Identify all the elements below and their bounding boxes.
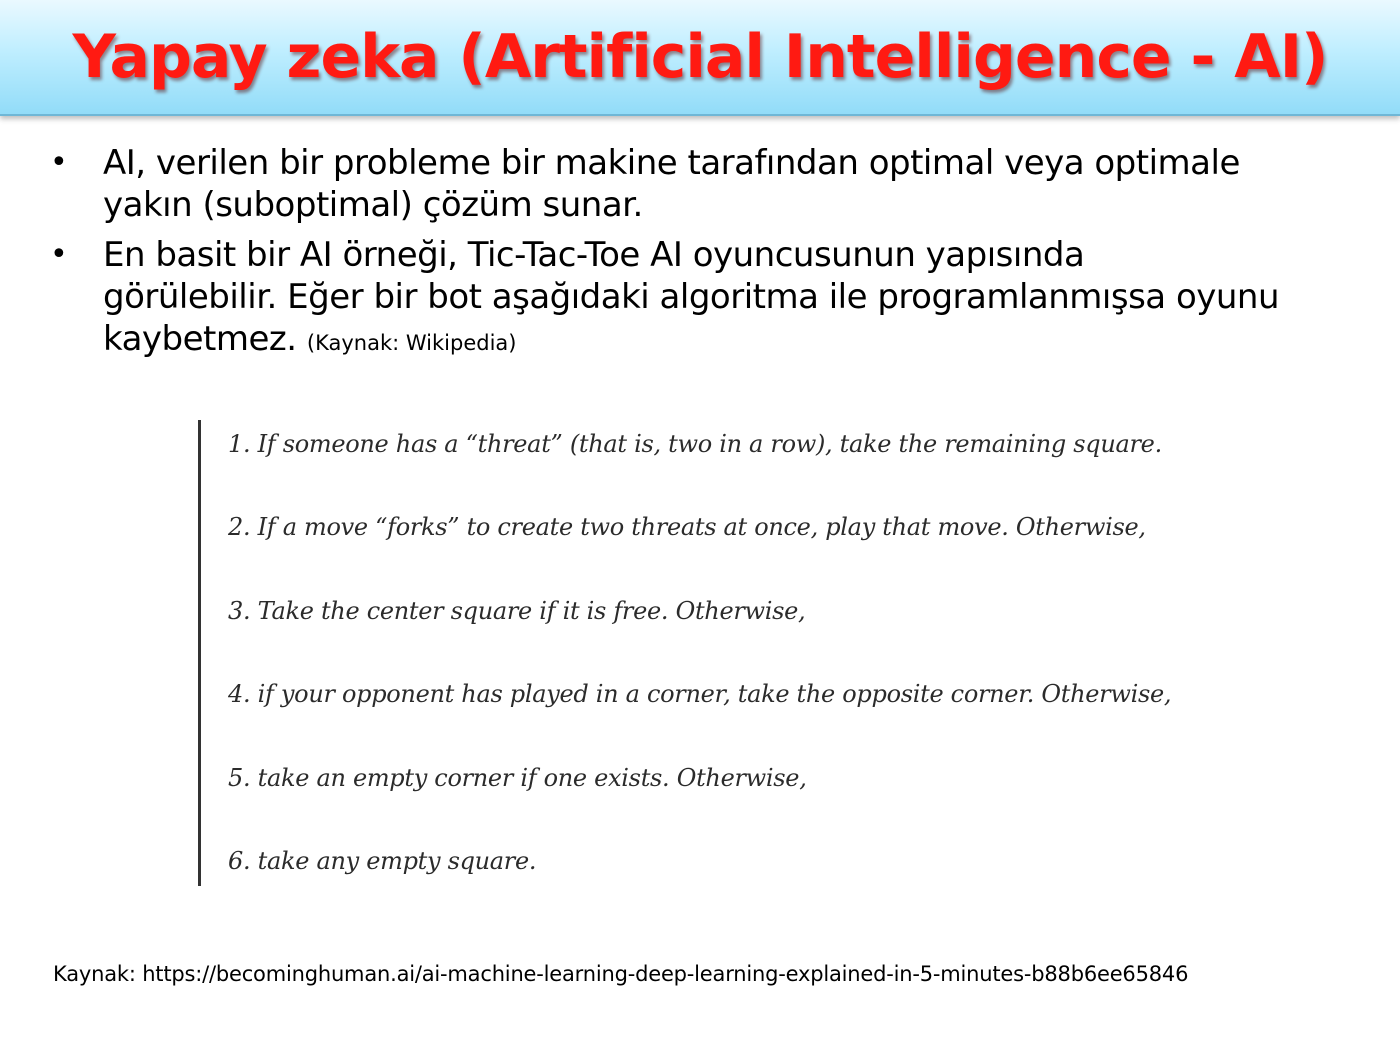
slide-title: Yapay zeka (Artificial Intelligence - AI… bbox=[72, 22, 1329, 92]
algorithm-rule: 5. take an empty corner if one exists. O… bbox=[228, 764, 807, 792]
bullet-text-line: AI, verilen bir probleme bir makine tara… bbox=[103, 143, 1240, 183]
title-bar: Yapay zeka (Artificial Intelligence - AI… bbox=[0, 0, 1400, 116]
bullet-item: • AI, verilen bir probleme bir makine ta… bbox=[50, 142, 1370, 226]
bullet-text-line: kaybetmez. bbox=[103, 319, 297, 359]
footer-source: Kaynak: https://becominghuman.ai/ai-mach… bbox=[53, 962, 1189, 986]
bullet-item: • En basit bir AI örneği, Tic-Tac-Toe AI… bbox=[50, 234, 1370, 364]
algorithm-rule: 4. if your opponent has played in a corn… bbox=[228, 680, 1172, 708]
algorithm-rule: 6. take any empty square. bbox=[228, 847, 537, 875]
bullet-text-line: görülebilir. Eğer bir bot aşağıdaki algo… bbox=[103, 277, 1280, 317]
algorithm-rule: 3. Take the center square if it is free.… bbox=[228, 597, 806, 625]
bullet-icon: • bbox=[50, 145, 68, 180]
bullet-text-line: yakın (suboptimal) çözüm sunar. bbox=[103, 185, 643, 225]
inline-source: (Kaynak: Wikipedia) bbox=[306, 331, 517, 355]
algorithm-quote: 1. If someone has a “threat” (that is, t… bbox=[198, 420, 1201, 886]
bullet-icon: • bbox=[50, 237, 68, 272]
bullet-text-line: En basit bir AI örneği, Tic-Tac-Toe AI o… bbox=[103, 235, 1085, 275]
bullet-list: • AI, verilen bir probleme bir makine ta… bbox=[50, 142, 1370, 372]
algorithm-rule: 1. If someone has a “threat” (that is, t… bbox=[228, 430, 1162, 458]
algorithm-rule: 2. If a move “forks” to create two threa… bbox=[228, 513, 1146, 541]
